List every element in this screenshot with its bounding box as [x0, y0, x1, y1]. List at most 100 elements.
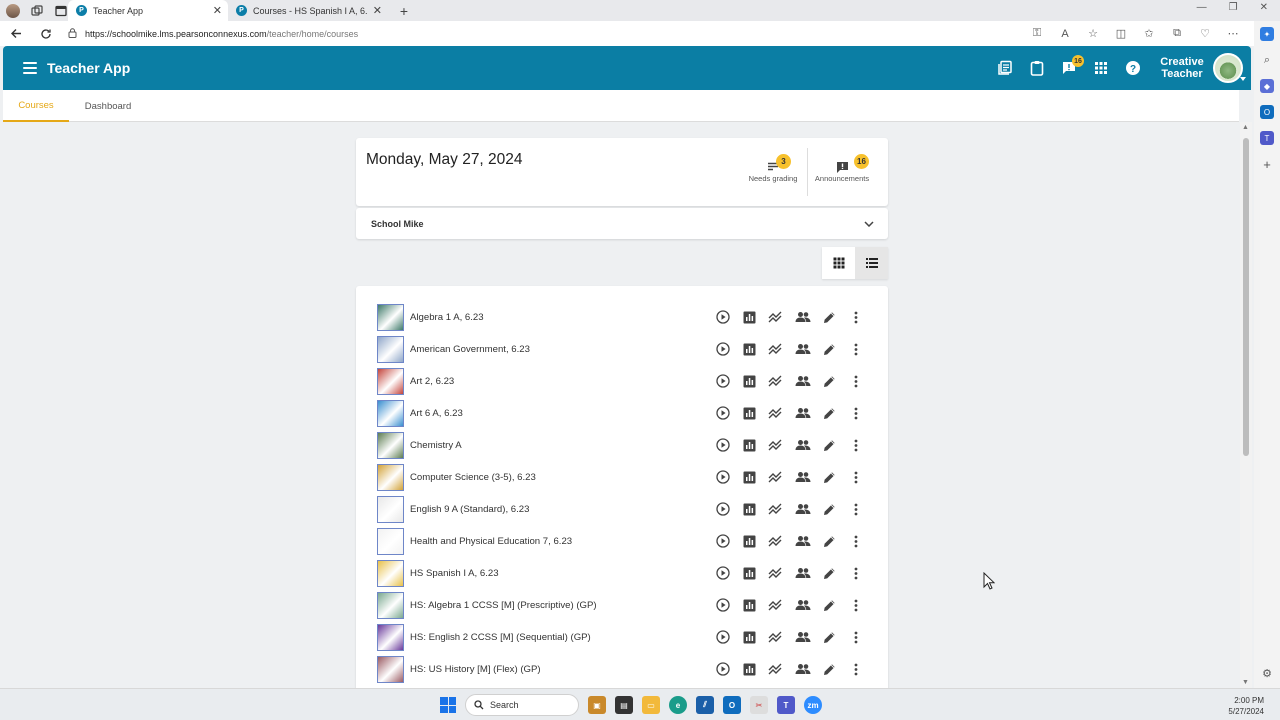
help-icon[interactable]: ? [1117, 52, 1149, 84]
course-name[interactable]: HS: US History [M] (Flex) (GP) [410, 664, 709, 675]
course-row[interactable]: HS: Algebra 1 CCSS [M] (Prescriptive) (G… [377, 591, 869, 619]
people-icon[interactable] [789, 403, 816, 423]
close-tab-icon[interactable]: ✕ [373, 4, 382, 17]
people-icon[interactable] [789, 339, 816, 359]
course-name[interactable]: English 9 A (Standard), 6.23 [410, 504, 709, 515]
announcements-stat[interactable]: 16 Announcements [812, 154, 872, 183]
people-icon[interactable] [789, 563, 816, 583]
course-row[interactable]: Health and Physical Education 7, 6.23 [377, 527, 869, 555]
course-row[interactable]: HS: US History [M] (Flex) (GP) [377, 655, 869, 683]
course-name[interactable]: Chemistry A [410, 440, 709, 451]
course-thumbnail[interactable] [377, 559, 404, 587]
more-vertical-icon[interactable] [842, 627, 869, 647]
scroll-down-icon[interactable]: ▼ [1242, 679, 1249, 686]
collections-icon[interactable]: ⧉ [1170, 27, 1184, 40]
course-thumbnail[interactable] [377, 303, 404, 331]
snipping-tool-icon[interactable]: ✂ [750, 696, 768, 714]
trend-icon[interactable] [763, 467, 790, 487]
reports-chart-icon[interactable] [736, 435, 763, 455]
people-icon[interactable] [789, 595, 816, 615]
reports-chart-icon[interactable] [736, 595, 763, 615]
list-view-button[interactable] [855, 247, 888, 279]
people-icon[interactable] [789, 627, 816, 647]
taskbar-clock[interactable]: 2:00 PM 5/27/2024 [1228, 695, 1264, 717]
course-row[interactable]: English 9 A (Standard), 6.23 [377, 495, 869, 523]
taskbar-search[interactable]: Search [465, 694, 579, 716]
windows-start-icon[interactable] [440, 697, 456, 713]
course-name[interactable]: Art 6 A, 6.23 [410, 408, 709, 419]
password-key-icon[interactable]: ⚿ [1030, 27, 1044, 40]
grid-view-button[interactable] [822, 247, 855, 279]
course-row[interactable]: HS Spanish I A, 6.23 [377, 559, 869, 587]
apps-grid-icon[interactable] [1085, 52, 1117, 84]
more-vertical-icon[interactable] [842, 371, 869, 391]
url-field[interactable]: https://schoolmike.lms.pearsonconnexus.c… [68, 27, 1016, 40]
trend-icon[interactable] [763, 403, 790, 423]
scrollbar-thumb[interactable] [1243, 138, 1249, 456]
edit-pencil-icon[interactable] [816, 307, 843, 327]
sidebar-settings-gear-icon[interactable]: ⚙ [1260, 666, 1274, 680]
clipboard-icon[interactable] [1021, 52, 1053, 84]
course-name[interactable]: HS: English 2 CCSS [M] (Sequential) (GP) [410, 632, 709, 643]
course-name[interactable]: American Government, 6.23 [410, 344, 709, 355]
people-icon[interactable] [789, 307, 816, 327]
more-vertical-icon[interactable] [842, 595, 869, 615]
people-icon[interactable] [789, 467, 816, 487]
reports-chart-icon[interactable] [736, 563, 763, 583]
edit-pencil-icon[interactable] [816, 467, 843, 487]
reports-chart-icon[interactable] [736, 531, 763, 551]
trend-icon[interactable] [763, 563, 790, 583]
trend-icon[interactable] [763, 339, 790, 359]
play-icon[interactable] [709, 371, 736, 391]
course-thumbnail[interactable] [377, 495, 404, 523]
more-options-icon[interactable]: ⋯ [1226, 27, 1240, 40]
reports-chart-icon[interactable] [736, 403, 763, 423]
back-arrow-icon[interactable] [8, 26, 24, 42]
play-icon[interactable] [709, 563, 736, 583]
course-thumbnail[interactable] [377, 463, 404, 491]
course-row[interactable]: Computer Science (3-5), 6.23 [377, 463, 869, 491]
more-vertical-icon[interactable] [842, 659, 869, 679]
trend-icon[interactable] [763, 659, 790, 679]
people-icon[interactable] [789, 499, 816, 519]
code-app-icon[interactable]: ⫽ [696, 696, 714, 714]
edge-browser-icon[interactable]: e [669, 696, 687, 714]
play-icon[interactable] [709, 435, 736, 455]
course-thumbnail[interactable] [377, 591, 404, 619]
edit-pencil-icon[interactable] [816, 531, 843, 551]
favorite-star-icon[interactable]: ☆ [1086, 27, 1100, 40]
browser-profile-avatar[interactable] [6, 3, 20, 18]
browser-tab-teacher-app[interactable]: P Teacher App ✕ [68, 0, 228, 21]
trend-icon[interactable] [763, 627, 790, 647]
play-icon[interactable] [709, 499, 736, 519]
workspaces-icon[interactable] [30, 4, 44, 18]
new-tab-button[interactable]: + [394, 0, 414, 21]
course-name[interactable]: Computer Science (3-5), 6.23 [410, 472, 709, 483]
course-thumbnail[interactable] [377, 527, 404, 555]
more-vertical-icon[interactable] [842, 339, 869, 359]
play-icon[interactable] [709, 307, 736, 327]
scroll-up-icon[interactable]: ▲ [1242, 124, 1249, 131]
edit-pencil-icon[interactable] [816, 435, 843, 455]
outlook-icon[interactable]: O [723, 696, 741, 714]
people-icon[interactable] [789, 435, 816, 455]
edit-pencil-icon[interactable] [816, 595, 843, 615]
trend-icon[interactable] [763, 371, 790, 391]
trend-icon[interactable] [763, 595, 790, 615]
messages-icon[interactable]: 16 [1053, 52, 1085, 84]
course-name[interactable]: Algebra 1 A, 6.23 [410, 312, 709, 323]
course-row[interactable]: Algebra 1 A, 6.23 [377, 303, 869, 331]
people-icon[interactable] [789, 531, 816, 551]
play-icon[interactable] [709, 339, 736, 359]
play-icon[interactable] [709, 595, 736, 615]
teams-icon[interactable]: T [1260, 131, 1274, 145]
edit-pencil-icon[interactable] [816, 627, 843, 647]
people-icon[interactable] [789, 659, 816, 679]
tab-actions-icon[interactable] [54, 4, 68, 18]
more-vertical-icon[interactable] [842, 467, 869, 487]
play-icon[interactable] [709, 627, 736, 647]
course-thumbnail[interactable] [377, 431, 404, 459]
briefcase-app-icon[interactable]: ▣ [588, 696, 606, 714]
read-aloud-icon[interactable]: A [1058, 28, 1072, 40]
favorites-icon[interactable]: ✩ [1142, 27, 1156, 40]
